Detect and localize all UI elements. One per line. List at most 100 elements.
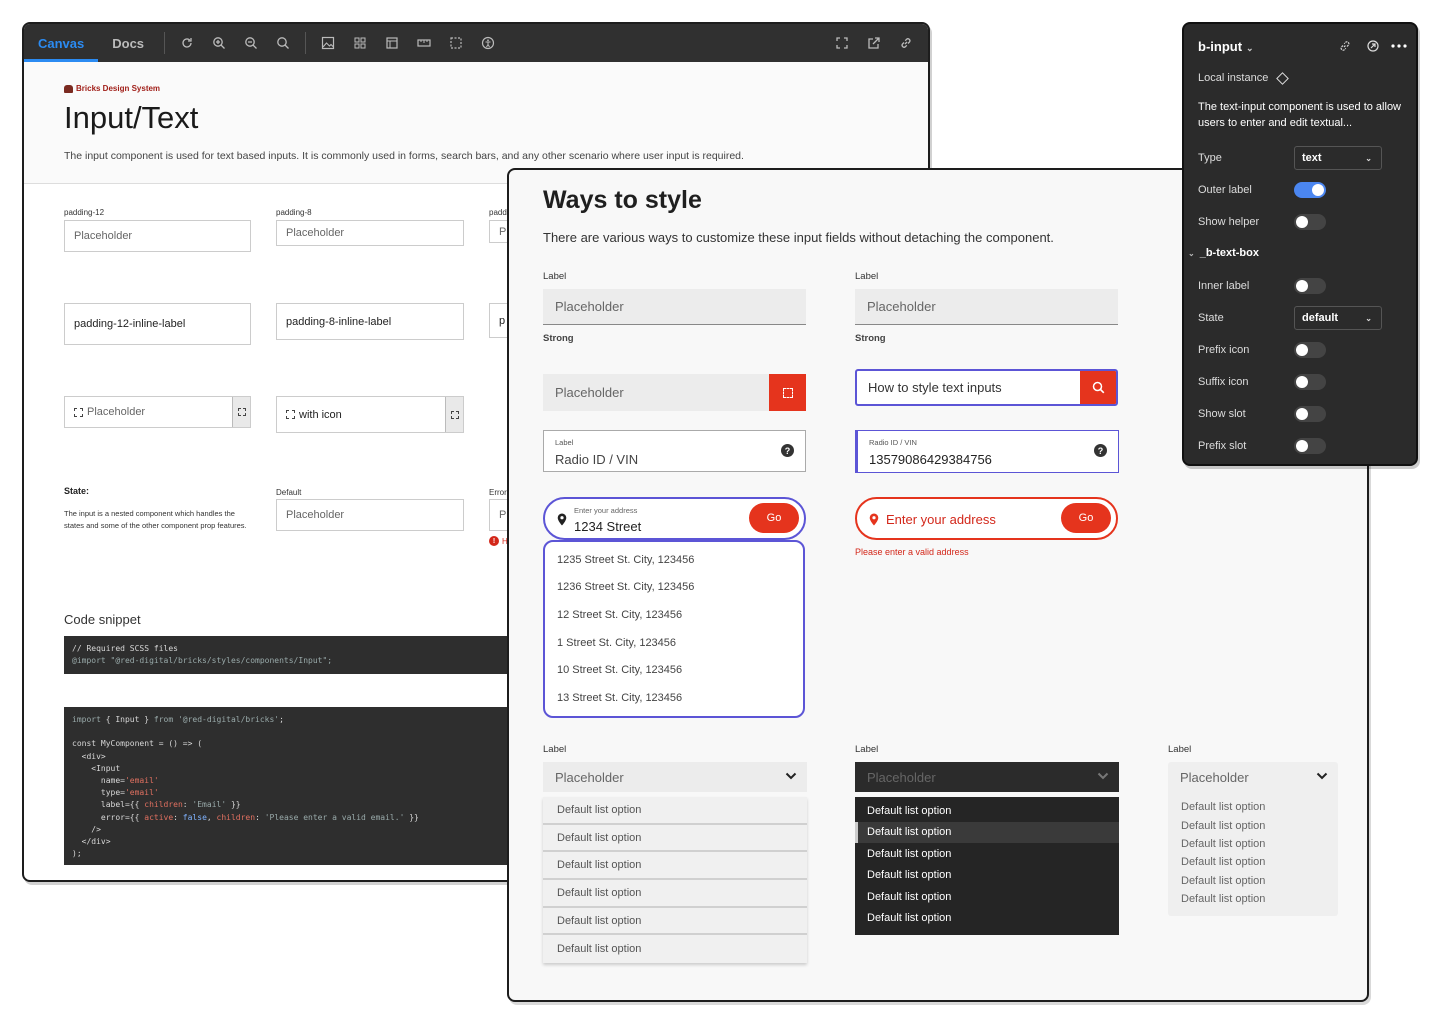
list-option[interactable]: Default list option — [1168, 890, 1338, 908]
suggestion-item[interactable]: 1 Street St. City, 123456 — [557, 629, 803, 657]
section-name: _b-text-box — [1199, 247, 1259, 259]
suggestion-item[interactable]: 12 Street St. City, 123456 — [557, 601, 803, 629]
list-option[interactable]: Default list option — [543, 880, 807, 908]
suggestion-item[interactable]: 10 Street St. City, 123456 — [557, 656, 803, 684]
scss-code-block[interactable]: // Required SCSS files @import "@red-dig… — [64, 636, 524, 674]
padding-12-inline-label-input[interactable]: padding-12-inline-label — [64, 303, 251, 345]
padding-8-inline-label-input[interactable]: padding-8-inline-label — [276, 303, 464, 340]
toolbar-divider — [164, 32, 166, 54]
jsx-code-block[interactable]: import { Input } from '@red-digital/bric… — [64, 707, 524, 865]
zoom-in-icon[interactable] — [203, 24, 235, 62]
input-with-button[interactable]: Placeholder — [543, 374, 806, 411]
search-input[interactable]: How to style text inputs — [855, 369, 1118, 406]
tab-canvas[interactable]: Canvas — [24, 24, 99, 62]
list-option[interactable]: Default list option — [1168, 798, 1338, 816]
field-label: Label — [543, 744, 567, 755]
padding-12-input[interactable]: Placeholder — [64, 220, 251, 252]
suffix-placeholder-icon[interactable] — [445, 397, 463, 432]
tab-docs[interactable]: Docs — [98, 24, 158, 62]
vin-inner-label: Radio ID / VIN — [869, 438, 917, 447]
open-new-icon[interactable] — [858, 24, 890, 62]
dropdown-dark-list: Default list option Default list option … — [855, 797, 1119, 935]
strong-label: Strong — [855, 333, 886, 344]
outer-label-toggle[interactable] — [1294, 182, 1326, 198]
accessibility-icon[interactable] — [472, 24, 504, 62]
filled-input-strong[interactable]: Placeholder — [855, 289, 1118, 325]
dropdown-soft-head[interactable]: Placeholder — [1168, 762, 1338, 792]
help-icon[interactable]: ? — [781, 444, 794, 457]
zoom-reset-icon[interactable] — [267, 24, 299, 62]
list-option[interactable]: Default list option — [1168, 835, 1338, 853]
list-option[interactable]: Default list option — [543, 852, 807, 881]
placeholder-action-button[interactable] — [769, 374, 806, 411]
type-select[interactable]: text ⌄ — [1294, 146, 1382, 170]
zoom-out-icon[interactable] — [235, 24, 267, 62]
list-option[interactable]: Default list option — [543, 825, 807, 853]
vin-placeholder: Radio ID / VIN — [555, 452, 639, 467]
list-option[interactable]: Default list option — [543, 935, 807, 963]
section-title: Ways to style — [543, 186, 702, 214]
prefix-icon-toggle[interactable] — [1294, 342, 1326, 358]
vin-input-filled[interactable]: Radio ID / VIN 13579086429384756 ? — [855, 430, 1119, 473]
error-hint: ! H — [489, 536, 508, 546]
vin-input[interactable]: Label Radio ID / VIN ? — [543, 430, 806, 472]
address-search-error[interactable]: Enter your address Go — [855, 497, 1118, 540]
dropdown-soft: Placeholder Default list option Default … — [1168, 762, 1338, 916]
image-icon[interactable] — [312, 24, 344, 62]
address-inner-label: Enter your address — [574, 506, 638, 515]
icon-input[interactable]: Placeholder — [64, 396, 251, 428]
padding-8-input[interactable]: Placeholder — [276, 220, 464, 246]
go-button[interactable]: Go — [749, 503, 799, 533]
inner-label-toggle[interactable] — [1294, 278, 1326, 294]
suggestion-item[interactable]: 1235 Street St. City, 123456 — [557, 546, 803, 574]
list-option[interactable]: Default list option — [1168, 816, 1338, 834]
link-icon[interactable] — [890, 24, 922, 62]
ruler-icon[interactable] — [408, 24, 440, 62]
help-icon[interactable]: ? — [1094, 444, 1107, 457]
address-search-focused[interactable]: Enter your address 1234 Street Go — [543, 497, 806, 540]
nested-section-header[interactable]: ⌄ _b-text-box — [1188, 247, 1259, 259]
suffix-placeholder-icon[interactable] — [232, 397, 250, 427]
list-option[interactable]: Default list option — [855, 865, 1119, 887]
show-slot-toggle[interactable] — [1294, 406, 1326, 422]
dropdown-dark[interactable]: Placeholder — [855, 762, 1119, 792]
list-option[interactable]: Default list option — [543, 797, 807, 825]
list-option[interactable]: Default list option — [855, 843, 1119, 865]
list-option[interactable]: Default list option — [855, 908, 1119, 930]
list-option-highlighted[interactable]: Default list option — [855, 821, 1119, 843]
refresh-icon[interactable] — [171, 24, 203, 62]
field-label: Label — [543, 271, 567, 282]
prefix-slot-toggle[interactable] — [1294, 438, 1326, 454]
dropdown-light[interactable]: Placeholder — [543, 762, 807, 792]
address-value: 1234 Street — [574, 519, 642, 534]
default-state-input[interactable]: Placeholder — [276, 499, 464, 531]
grid-icon[interactable] — [344, 24, 376, 62]
state-value: default — [1302, 312, 1339, 324]
with-icon-input[interactable]: with icon — [276, 396, 464, 433]
list-option[interactable]: Default list option — [1168, 872, 1338, 890]
show-helper-toggle[interactable] — [1294, 214, 1326, 230]
layout-icon[interactable] — [376, 24, 408, 62]
search-button[interactable] — [1080, 371, 1116, 404]
suggestion-item[interactable]: 1236 Street St. City, 123456 — [557, 574, 803, 602]
go-button[interactable]: Go — [1061, 503, 1111, 533]
suggestion-item[interactable]: 13 Street St. City, 123456 — [557, 684, 803, 712]
suffix-icon-toggle[interactable] — [1294, 374, 1326, 390]
location-pin-icon — [557, 513, 567, 526]
location-pin-icon — [869, 513, 879, 526]
component-name[interactable]: b-input ⌄ — [1198, 39, 1254, 54]
outline-icon[interactable] — [440, 24, 472, 62]
go-to-main-component-icon[interactable] — [1366, 39, 1380, 53]
list-option[interactable]: Default list option — [543, 908, 807, 936]
fullscreen-icon[interactable] — [826, 24, 858, 62]
variant-label: padd — [489, 208, 507, 217]
state-select[interactable]: default ⌄ — [1294, 306, 1382, 330]
chevron-down-icon — [785, 772, 797, 780]
more-options-icon[interactable] — [1391, 44, 1407, 48]
list-option[interactable]: Default list option — [855, 800, 1119, 822]
filled-input[interactable]: Placeholder — [543, 289, 806, 325]
list-option[interactable]: Default list option — [855, 886, 1119, 908]
list-option[interactable]: Default list option — [1168, 853, 1338, 871]
chevron-down-icon: ⌄ — [1365, 153, 1372, 163]
detach-icon[interactable] — [1338, 39, 1352, 53]
